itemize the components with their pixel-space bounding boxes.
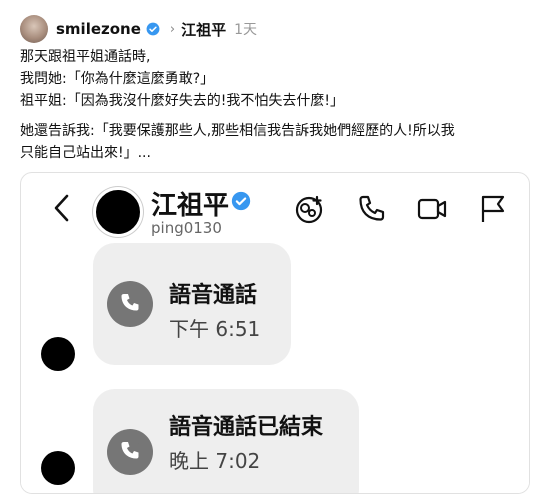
video-call-icon[interactable] xyxy=(416,193,448,225)
flag-icon[interactable] xyxy=(477,193,509,225)
call-title: 語音通話 xyxy=(169,283,258,308)
back-icon[interactable] xyxy=(51,193,73,223)
chevron-right-icon: › xyxy=(169,21,176,37)
post-header: smilezone › 江祖平 1天 xyxy=(20,14,257,44)
chat-screenshot: 江祖平 ping0130 語音通話 下午 6:51 語音通話已結束 晚上 7:0… xyxy=(20,172,530,494)
chat-avatar[interactable] xyxy=(93,187,143,237)
post-time: 1天 xyxy=(234,22,258,38)
post-line: 祖平姐:「因為我沒什麼好失去的!我不怕失去什麼!」 xyxy=(20,93,344,109)
post-line: 她還告訴我:「我要保護那些人,那些相信我告訴我她們經歷的人!所以我 xyxy=(20,123,455,139)
verified-icon xyxy=(231,191,251,211)
sender-avatar[interactable] xyxy=(41,337,75,371)
call-time: 晚上 7:02 xyxy=(169,449,261,473)
call-bubble[interactable]: 語音通話已結束 晚上 7:02 xyxy=(93,389,359,493)
post-line: 那天跟祖平姐通話時, xyxy=(20,49,151,65)
post-text: 那天跟祖平姐通話時, 我問她:「你為什麼這麼勇敢?」 祖平姐:「因為我沒什麼好失… xyxy=(20,46,530,164)
call-ended-icon xyxy=(121,442,139,459)
verified-icon xyxy=(146,22,160,36)
reply-target[interactable]: 江祖平 xyxy=(181,19,226,40)
chat-handle: ping0130 xyxy=(151,219,222,237)
call-bubble[interactable]: 語音通話 下午 6:51 xyxy=(93,243,291,365)
call-title: 語音通話已結束 xyxy=(169,415,324,440)
chat-topbar: 江祖平 ping0130 xyxy=(21,173,529,243)
sender-avatar[interactable] xyxy=(41,451,75,485)
post-line: 我問她:「你為什麼這麼勇敢?」 xyxy=(20,71,215,87)
username[interactable]: smilezone xyxy=(56,20,141,38)
effects-icon[interactable] xyxy=(293,193,325,225)
phone-icon[interactable] xyxy=(355,193,387,225)
chat-area: 語音通話 下午 6:51 語音通話已結束 晚上 7:02 xyxy=(21,241,529,493)
chat-name[interactable]: 江祖平 xyxy=(151,185,229,222)
call-icon-circle xyxy=(107,429,153,475)
avatar[interactable] xyxy=(20,15,48,43)
call-icon-circle xyxy=(107,281,153,327)
post-line: 只能自己站出來!」... xyxy=(20,145,151,161)
phone-icon xyxy=(121,294,139,311)
call-time: 下午 6:51 xyxy=(169,317,261,341)
